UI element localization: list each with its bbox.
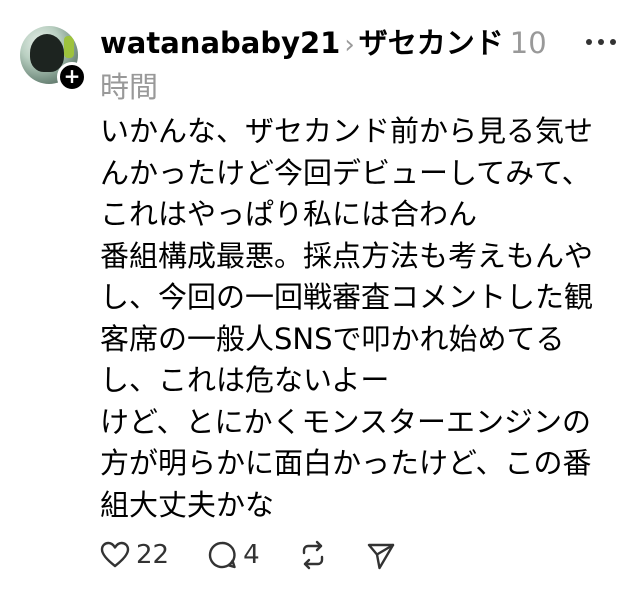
post-body-line: 客席の一般人SNSで叩かれ始めてる — [100, 321, 565, 356]
avatar-accent — [64, 36, 74, 58]
post-body-line: んかったけど今回デビューしてみて、 — [100, 155, 591, 190]
send-icon — [367, 543, 394, 570]
comment-icon — [208, 541, 236, 569]
post-header: watanababy21 › ザセカンド 10時間 — [100, 22, 554, 108]
post-body-line: 組大丈夫かな — [100, 487, 275, 522]
follow-plus-icon[interactable]: + — [57, 62, 87, 92]
post-body-line: し、今回の一回戦審査コメントした観 — [100, 280, 594, 314]
avatar-hair — [30, 34, 64, 72]
username[interactable]: watanababy21 — [100, 26, 340, 60]
post-body-line: いかんな、ザセカンド前から見る気せ — [100, 114, 594, 148]
post-body-line: し、これは危ないよー — [100, 363, 390, 397]
more-dots-icon[interactable] — [584, 34, 618, 50]
like-button[interactable]: 22 — [100, 540, 169, 570]
comment-button[interactable]: 4 — [207, 540, 260, 570]
community-name[interactable]: ザセカンド — [359, 26, 504, 60]
thread-post: + watanababy21 › ザセカンド 10時間 いかんな、ザセカンド前から見る… — [0, 0, 640, 592]
heart-icon — [100, 541, 130, 568]
post-body-line: 方が明らかに面白かったけど、この番 — [100, 446, 592, 480]
post-body-line: これはやっぱり私には合わん — [100, 197, 478, 231]
repost-icon — [302, 540, 323, 570]
action-bar: 22 4 — [100, 540, 434, 570]
post-body-line: けど、とにかくモンスターエンジンの — [100, 404, 591, 439]
repost-button[interactable] — [298, 540, 328, 570]
post-body: いかんな、ザセカンド前から見る気せ んかったけど今回デビューしてみて、 これはや… — [100, 111, 610, 526]
share-button[interactable] — [366, 540, 396, 570]
like-count: 22 — [136, 540, 170, 570]
comment-count: 4 — [243, 540, 260, 570]
chevron-right-icon: › — [344, 30, 355, 60]
post-body-line: 番組構成最悪。採点方法も考えもんや — [100, 238, 594, 273]
